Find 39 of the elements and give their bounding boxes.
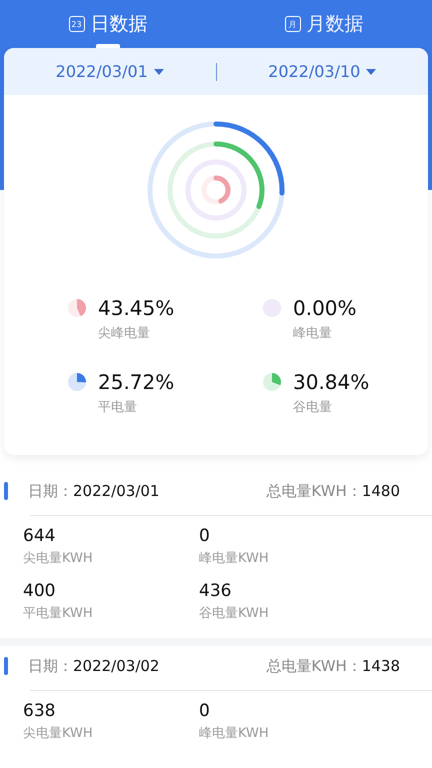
legend-label: 峰电量 — [293, 325, 333, 342]
total-label: 总电量KWH： — [266, 482, 362, 500]
percentage: 0.00% — [293, 296, 357, 320]
date-value: 2022/03/01 — [73, 482, 160, 500]
legend-label: 平电量 — [98, 399, 138, 416]
energy-value: 436 — [199, 581, 232, 601]
total-value: 1480 — [362, 482, 400, 500]
calendar-icon: 23 — [68, 16, 84, 32]
date-field-label: 日期： — [28, 482, 73, 500]
energy-value: 0 — [199, 701, 211, 721]
caret-icon — [154, 68, 164, 74]
legend-label: 尖峰电量 — [98, 325, 151, 342]
percentage: 25.72% — [98, 370, 174, 394]
tab[interactable]: 月 月数据 — [216, 0, 432, 48]
energy-label: 尖电量KWH — [23, 725, 94, 742]
percentage: 43.45% — [98, 296, 174, 320]
energy-label: 峰电量KWH — [199, 550, 270, 567]
energy-label: 尖电量KWH — [23, 550, 94, 567]
caret-icon — [366, 68, 376, 74]
total-value: 1438 — [362, 657, 400, 675]
date-field-label: 日期： — [28, 656, 73, 676]
energy-label: 谷电量KWH — [199, 605, 270, 622]
energy-label: 峰电量KWH — [199, 725, 270, 742]
end-date-dropdown[interactable]: 2022/03/10 — [216, 62, 428, 81]
calendar-icon: 月 — [284, 16, 300, 32]
date-value: 2022/03/02 — [73, 657, 160, 675]
start-date-dropdown[interactable]: 2022/03/01 — [4, 62, 216, 81]
legend-label: 谷电量 — [293, 399, 333, 416]
energy-value: 400 — [23, 581, 56, 601]
energy-label: 平电量KWH — [23, 605, 94, 622]
energy-value: 638 — [23, 701, 56, 721]
pie-icon — [68, 299, 86, 317]
tab[interactable]: 23 日数据 — [0, 0, 216, 48]
energy-value: 644 — [23, 526, 56, 546]
total-label: 总电量KWH： — [266, 656, 362, 676]
pie-icon — [68, 373, 86, 391]
pie-icon — [263, 373, 281, 391]
energy-value: 0 — [199, 526, 211, 546]
percentage: 30.84% — [293, 370, 370, 394]
